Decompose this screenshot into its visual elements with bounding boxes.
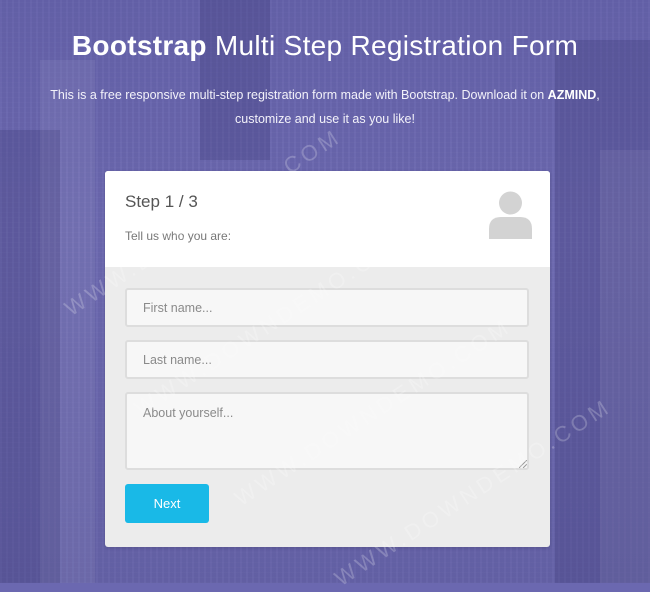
resize-handle-icon[interactable] — [519, 460, 527, 468]
about-yourself-textarea[interactable] — [125, 392, 529, 470]
page-description: This is a free responsive multi-step reg… — [40, 83, 610, 131]
description-prefix: This is a free responsive multi-step reg… — [50, 88, 548, 102]
building-shape — [600, 150, 650, 583]
page-title: Bootstrap Multi Step Registration Form — [0, 28, 650, 64]
last-name-input[interactable] — [125, 340, 529, 379]
title-rest: Multi Step Registration Form — [206, 30, 579, 61]
form-subtitle: Tell us who you are: — [125, 229, 232, 243]
azmind-link[interactable]: AZMIND — [548, 88, 597, 102]
title-bold: Bootstrap — [71, 30, 207, 61]
user-icon — [489, 191, 532, 239]
registration-form-card: Step 1 / 3 Tell us who you are: Next — [105, 171, 550, 547]
step-indicator: Step 1 / 3 — [125, 192, 198, 211]
form-header: Step 1 / 3 Tell us who you are: — [105, 171, 550, 267]
building-shape — [40, 60, 95, 583]
first-name-input[interactable] — [125, 288, 529, 327]
next-button[interactable]: Next — [125, 484, 209, 523]
building-shape — [200, 0, 270, 160]
